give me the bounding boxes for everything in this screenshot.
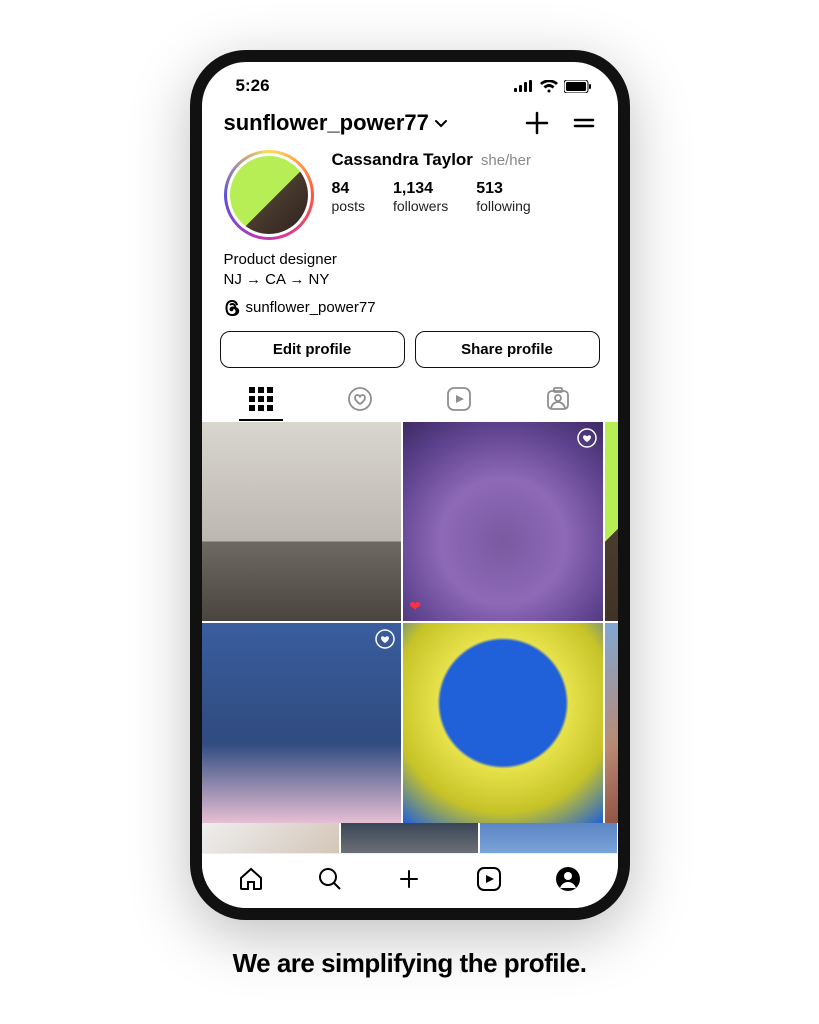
followers-stat[interactable]: 1,134 followers <box>393 180 448 214</box>
posts-grid: ❤ <box>202 422 618 824</box>
nav-search-icon[interactable] <box>317 866 343 892</box>
profile-info: Cassandra Taylor she/her 84 posts 1,134 … <box>202 140 618 240</box>
nav-reels-icon[interactable] <box>476 866 502 892</box>
avatar <box>230 156 308 234</box>
bio-line-1: Product designer <box>224 250 596 270</box>
followers-label: followers <box>393 198 448 214</box>
post-thumbnail[interactable] <box>605 422 618 622</box>
nav-home-icon[interactable] <box>238 866 264 892</box>
posts-grid-partial <box>202 823 618 853</box>
pronouns: she/her <box>481 152 531 169</box>
cellular-icon <box>514 80 534 92</box>
post-thumbnail[interactable] <box>202 623 402 823</box>
nav-create-icon[interactable] <box>396 866 422 892</box>
feed-badge-icon <box>577 428 597 448</box>
status-bar: 5:26 <box>202 62 618 102</box>
content-tabs <box>202 368 618 422</box>
reels-icon <box>446 386 472 412</box>
bottom-nav <box>202 853 618 908</box>
posts-label: posts <box>332 198 365 214</box>
bio-line-2: NJ → CA → NY <box>224 270 596 290</box>
post-thumbnail[interactable] <box>341 823 478 853</box>
threads-link[interactable]: sunflower_power77 <box>202 291 618 317</box>
following-stat[interactable]: 513 following <box>476 180 530 214</box>
following-count: 513 <box>476 180 530 198</box>
share-profile-button[interactable]: Share profile <box>415 331 600 368</box>
threads-icon <box>224 299 240 317</box>
following-label: following <box>476 198 530 214</box>
marketing-caption: We are simplifying the profile. <box>233 948 587 979</box>
post-thumbnail[interactable] <box>480 823 617 853</box>
posts-count: 84 <box>332 180 365 198</box>
display-name: Cassandra Taylor <box>332 150 473 170</box>
posts-stat[interactable]: 84 posts <box>332 180 365 214</box>
heart-icon: ❤ <box>409 598 421 615</box>
bio: Product designer NJ → CA → NY <box>202 240 618 291</box>
chevron-down-icon <box>433 115 449 131</box>
tab-reels[interactable] <box>443 386 475 422</box>
create-post-icon[interactable] <box>524 110 550 136</box>
grid-icon <box>249 387 273 411</box>
edit-profile-button[interactable]: Edit profile <box>220 331 405 368</box>
username-label: sunflower_power77 <box>224 110 429 136</box>
post-thumbnail[interactable] <box>202 422 402 622</box>
clock-label: 5:26 <box>236 76 270 96</box>
username-switcher[interactable]: sunflower_power77 <box>224 110 449 136</box>
post-thumbnail[interactable] <box>605 623 618 823</box>
nav-profile-icon[interactable] <box>555 866 581 892</box>
tab-tagged[interactable] <box>542 386 574 422</box>
post-thumbnail[interactable] <box>202 823 339 853</box>
threads-handle: sunflower_power77 <box>246 299 376 316</box>
battery-icon <box>564 80 592 93</box>
tagged-icon <box>545 386 571 412</box>
phone-frame: 5:26 sunflower_power77 Cassandra Taylor … <box>190 50 630 920</box>
post-thumbnail[interactable] <box>403 623 603 823</box>
tab-grid[interactable] <box>245 387 277 421</box>
profile-header: sunflower_power77 <box>202 102 618 140</box>
followers-count: 1,134 <box>393 180 448 198</box>
wifi-icon <box>540 80 558 93</box>
feed-badge-icon <box>375 629 395 649</box>
tab-feed[interactable] <box>344 386 376 422</box>
post-thumbnail[interactable]: ❤ <box>403 422 603 622</box>
story-ring[interactable] <box>224 150 314 240</box>
status-icons <box>514 80 592 93</box>
menu-icon[interactable] <box>572 111 596 135</box>
feed-heart-icon <box>347 386 373 412</box>
